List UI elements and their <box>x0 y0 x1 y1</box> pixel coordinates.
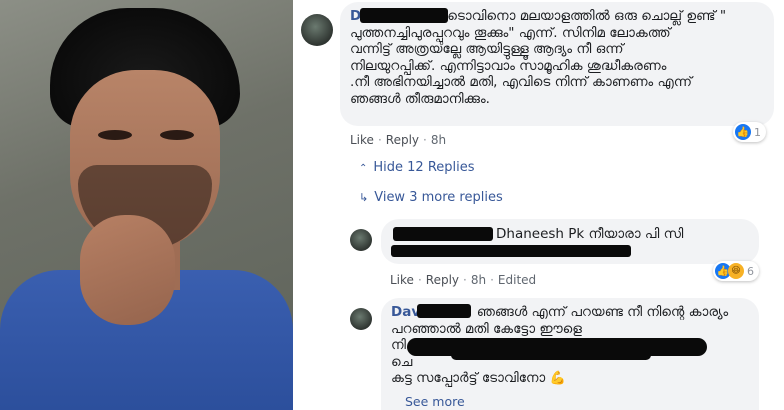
redaction-bar <box>417 304 471 318</box>
redaction-bar <box>360 8 448 23</box>
reply1-like-link[interactable]: Like <box>390 273 414 287</box>
reply2-avatar[interactable] <box>350 308 372 330</box>
like-reaction-icon: 👍 <box>735 124 751 140</box>
comment1-timestamp[interactable]: 8h <box>431 133 446 147</box>
hide-replies-link[interactable]: ⌃ Hide 12 Replies <box>359 160 475 175</box>
comment1-line4: നിലയുറപ്പിക്ക്. എന്നിട്ടാവാം സാമൂഹിക ശുദ… <box>350 57 667 74</box>
photo-eye-right <box>160 130 194 140</box>
comment1-avatar[interactable] <box>301 14 333 46</box>
comment1-line1-text: ടൊവിനൊ മലയാളത്തിൽ ഒരു ചൊല്ല് ഉണ്ട് " <box>447 8 727 24</box>
reply1-actions: Like · Reply · 8h · Edited <box>390 273 536 287</box>
reply2-line1-text: ഞങ്ങൾ എന്ന് പറയണ്ട നീ നിന്റെ കാര്യം <box>476 304 729 320</box>
reply1-reactions[interactable]: 👍 😆 6 <box>713 261 759 281</box>
photo-fist <box>80 215 175 325</box>
reply2-line2: പറഞ്ഞാൽ മതി കേട്ടോ ഈളെ <box>391 320 582 337</box>
reply1-edited[interactable]: Edited <box>498 273 536 287</box>
comment1-like-link[interactable]: Like <box>350 133 374 147</box>
comment1-line3: വന്നിട്ട് അത്രയല്ലേ ആയിട്ടുള്ളൂ ആദ്യം നീ… <box>350 41 624 57</box>
separator-dot: · <box>463 273 467 287</box>
reply2-bubble: Davi ഞങ്ങൾ എന്ന് പറയണ്ട നീ നിന്റെ കാര്യം … <box>381 298 759 410</box>
comment1-line5: .നീ അഭിനയിച്ചാൽ മതി, എവിടെ നിന്ന് കാണണം … <box>350 74 692 90</box>
chevron-up-icon: ⌃ <box>359 163 368 174</box>
comment1-line2: പുത്തനച്ചിപുരപ്പുറവും തൂക്കും" എന്ന്. സി… <box>350 24 671 41</box>
reply1-reply-link[interactable]: Reply <box>426 273 459 287</box>
redaction-bar <box>451 350 651 360</box>
separator-dot: · <box>423 133 427 147</box>
photo-eye-left <box>98 130 132 140</box>
reply1-bubble: Dhaneesh Pk നീയാരാ പി സി <box>381 219 759 264</box>
comments-panel: D ടൊവിനൊ മലയാളത്തിൽ ഒരു ചൊല്ല് ഉണ്ട് " പു… <box>293 0 784 410</box>
reply1-reaction-count: 6 <box>747 264 754 278</box>
reply1-timestamp[interactable]: 8h <box>471 273 486 287</box>
redaction-bar <box>393 227 493 241</box>
reply1-avatar[interactable] <box>350 229 372 251</box>
separator-dot: · <box>377 133 382 147</box>
reply-arrow-icon: ↳ <box>359 191 369 204</box>
haha-reaction-icon: 😆 <box>728 263 744 279</box>
comment1-reactions[interactable]: 👍 1 <box>733 122 766 142</box>
comment1-reply-link[interactable]: Reply <box>386 133 419 147</box>
comment1-bubble: D ടൊവിനൊ മലയാളത്തിൽ ഒരു ചൊല്ല് ഉണ്ട് " പു… <box>340 2 774 126</box>
separator-dot: · <box>417 273 422 287</box>
see-more-link[interactable]: See more <box>405 394 465 409</box>
flexed-bicep-icon: 💪 <box>549 371 566 386</box>
comment1-actions: Like · Reply · 8h <box>350 133 446 147</box>
view-more-replies-link[interactable]: ↳ View 3 more replies <box>359 190 503 205</box>
comment1-line6: ഞങ്ങൾ തീരുമാനിക്കും. <box>350 90 490 107</box>
redaction-bar <box>391 245 631 257</box>
reply2-line5: കട്ട സപ്പോർട്ട് ടോവിനോ 💪 <box>391 370 751 388</box>
reply1-text: Dhaneesh Pk നീയാരാ പി സി <box>496 226 684 242</box>
reply2-line5-text: കട്ട സപ്പോർട്ട് ടോവിനോ <box>391 370 546 386</box>
hide-replies-label: Hide 12 Replies <box>373 160 475 175</box>
profile-photo <box>0 0 293 410</box>
view-more-label: View 3 more replies <box>374 190 503 205</box>
comment1-reaction-count: 1 <box>754 125 761 139</box>
separator-dot: · <box>490 273 494 287</box>
